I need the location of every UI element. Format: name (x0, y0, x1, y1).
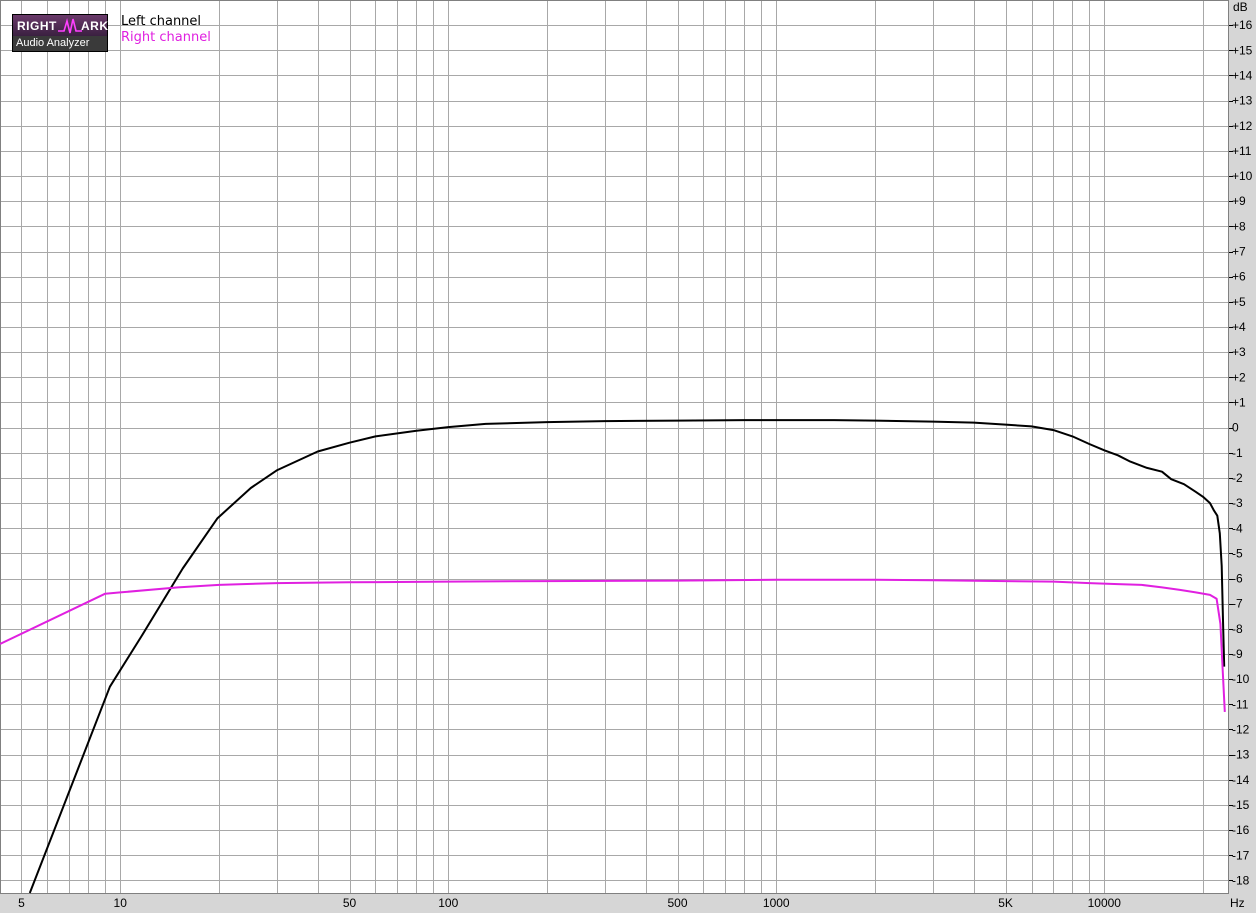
y-tick-label: +11 (1232, 144, 1252, 158)
y-tick-label: -6 (1232, 572, 1243, 586)
y-tick-label: -7 (1232, 597, 1243, 611)
y-tick-label: -17 (1232, 848, 1250, 862)
y-tick-label: -1 (1232, 446, 1243, 460)
y-tick-label: -3 (1232, 496, 1243, 510)
y-tick-label: +7 (1232, 245, 1246, 259)
x-tick-label: 10000 (1088, 896, 1122, 910)
y-tick-label: +8 (1232, 219, 1246, 233)
y-tick-label: -14 (1232, 773, 1250, 787)
logo-text-ark: ARK (81, 19, 109, 33)
y-tick-label: +14 (1232, 68, 1253, 82)
y-tick-label: +1 (1232, 395, 1246, 409)
logo-waveform-icon (58, 17, 82, 34)
logo-text-audio-analyzer: Audio Analyzer (16, 37, 90, 49)
x-unit-label: Hz (1230, 896, 1245, 910)
rightmark-logo: RIGHT ARK Audio Analyzer (12, 14, 108, 52)
y-tick-label: +15 (1232, 43, 1253, 57)
y-tick-label: +2 (1232, 370, 1246, 384)
x-tick-label: 100 (438, 896, 458, 910)
y-tick-label: -15 (1232, 798, 1250, 812)
x-tick-label: 5 (18, 896, 25, 910)
y-tick-label: +6 (1232, 270, 1246, 284)
x-tick-label: 50 (343, 896, 357, 910)
y-tick-label: -18 (1232, 873, 1250, 887)
y-tick-label: +10 (1232, 169, 1253, 183)
y-tick-label: -10 (1232, 672, 1250, 686)
y-tick-label: +12 (1232, 119, 1253, 133)
plot-background (0, 0, 1229, 893)
chart-root: +16 +15 +14 +13 +12 +11 +10 +9 +8 +7 +6 +5 +4 +3 +2 +1 0… (0, 0, 1256, 913)
y-tick-label: +5 (1232, 295, 1246, 309)
y-tick-label: +16 (1232, 18, 1253, 32)
y-tick-label: -4 (1232, 521, 1243, 535)
x-tick-label: 500 (668, 896, 688, 910)
x-tick-label: 5K (998, 896, 1013, 910)
y-tick-label: -5 (1232, 546, 1243, 560)
frequency-response-chart: +16+15+14+13+12+11+10+9+8+7+6+5+4+3+2+10… (0, 0, 1253, 910)
y-tick-label: -16 (1232, 823, 1250, 837)
x-tick-label: 10 (114, 896, 128, 910)
logo-text-right: RIGHT (17, 19, 57, 33)
x-axis-ticks: 5 10 50 100 500 1000 5K 10000 (18, 896, 1121, 910)
legend-left-channel: Left channel (121, 14, 202, 29)
y-tick-label: +4 (1232, 320, 1246, 334)
y-tick-label: +3 (1232, 345, 1246, 359)
legend-right-channel: Right channel (121, 30, 211, 45)
y-tick-label: +13 (1232, 94, 1253, 108)
y-axis-ticks: +16+15+14+13+12+11+10+9+8+7+6+5+4+3+2+10… (1229, 18, 1253, 887)
y-tick-label: -12 (1232, 722, 1250, 736)
y-tick-label: -8 (1232, 622, 1243, 636)
x-tick-label: 1000 (763, 896, 790, 910)
y-tick-label: -2 (1232, 471, 1243, 485)
y-tick-label: -9 (1232, 647, 1243, 661)
y-tick-label: -13 (1232, 748, 1250, 762)
legend: Left channel Right channel (121, 14, 211, 46)
y-tick-label: -11 (1232, 697, 1249, 711)
y-tick-label: +9 (1232, 194, 1246, 208)
y-tick-label: 0 (1232, 421, 1239, 435)
y-unit-label: dB (1233, 0, 1248, 14)
